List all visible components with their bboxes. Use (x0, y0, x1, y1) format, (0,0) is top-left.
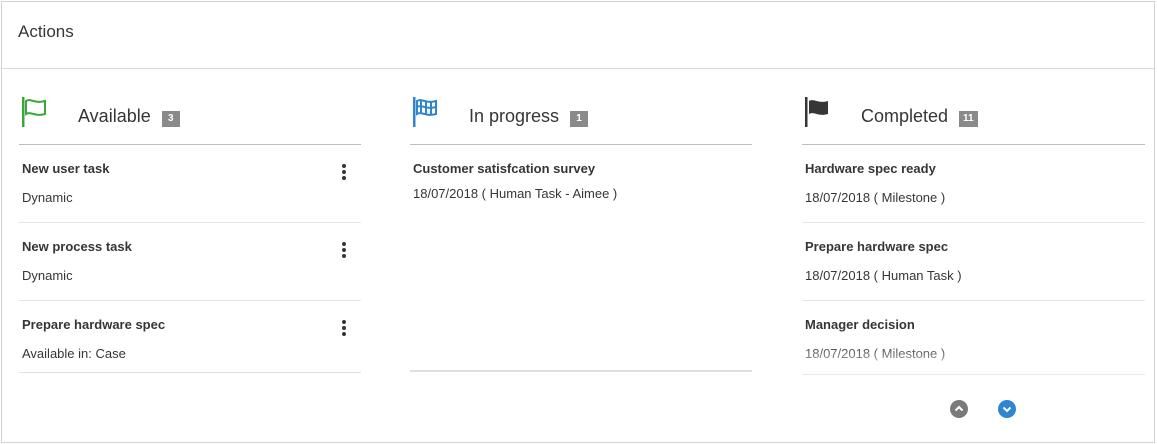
completed-header: Completed 11 (802, 90, 1145, 145)
completed-pager (950, 400, 1016, 418)
item-subtitle: Dynamic (22, 190, 73, 205)
available-count-badge: 3 (161, 110, 180, 127)
list-item[interactable]: Manager decision 18/07/2018 ( Milestone … (802, 301, 1145, 374)
completed-title: Completed (861, 106, 949, 126)
panel-title: Actions (2, 2, 1154, 69)
more-options-icon[interactable] (341, 242, 347, 260)
in-progress-count-badge: 1 (570, 110, 589, 127)
item-title: New user task (22, 161, 110, 176)
chevron-up-circle-icon[interactable] (950, 400, 968, 418)
flag-outline-icon (22, 97, 46, 127)
more-options-icon[interactable] (341, 164, 347, 182)
available-column: Available 3 New user task Dynamic New pr… (19, 90, 361, 373)
item-title: Hardware spec ready (805, 161, 936, 176)
list-item[interactable]: Prepare hardware spec 18/07/2018 ( Human… (802, 223, 1145, 301)
flag-checkered-icon (413, 97, 437, 127)
chevron-down-circle-icon[interactable] (998, 400, 1016, 418)
in-progress-title: In progress (469, 106, 560, 126)
item-subtitle: 18/07/2018 ( Milestone ) (805, 190, 946, 205)
in-progress-header: In progress 1 (410, 90, 752, 145)
completed-list: Hardware spec ready 18/07/2018 ( Milesto… (802, 145, 1145, 375)
more-options-icon[interactable] (341, 320, 347, 338)
item-subtitle: Available in: Case (22, 346, 126, 361)
item-title: Prepare hardware spec (22, 317, 166, 332)
available-header: Available 3 (19, 90, 361, 145)
item-subtitle: Dynamic (22, 268, 73, 283)
completed-column: Completed 11 Hardware spec ready 18/07/2… (802, 90, 1145, 375)
actions-columns: Available 3 New user task Dynamic New pr… (19, 90, 1145, 418)
item-title: Prepare hardware spec (805, 239, 949, 254)
item-subtitle: 18/07/2018 ( Human Task ) (805, 268, 962, 283)
flag-filled-icon (805, 97, 828, 127)
list-item[interactable]: Customer satisfcation survey 18/07/2018 … (410, 145, 752, 223)
item-title: New process task (22, 239, 132, 254)
completed-count-badge: 11 (959, 110, 978, 127)
list-item[interactable]: New user task Dynamic (19, 145, 361, 223)
item-subtitle: 18/07/2018 ( Milestone ) (805, 346, 946, 361)
list-item[interactable]: Prepare hardware spec Available in: Case (19, 301, 361, 372)
in-progress-list: Customer satisfcation survey 18/07/2018 … (410, 145, 752, 372)
list-item[interactable]: New process task Dynamic (19, 223, 361, 301)
item-subtitle: 18/07/2018 ( Human Task - Aimee ) (413, 186, 618, 201)
available-list: New user task Dynamic New process task D… (19, 145, 361, 373)
item-title: Manager decision (805, 317, 915, 332)
list-item[interactable]: Hardware spec ready 18/07/2018 ( Milesto… (802, 145, 1145, 223)
in-progress-column: In progress 1 Customer satisfcation surv… (410, 90, 752, 372)
item-title: Customer satisfcation survey (413, 161, 596, 176)
actions-panel: Actions Available 3 New user task Dynami… (1, 1, 1155, 443)
available-title: Available (78, 106, 151, 126)
